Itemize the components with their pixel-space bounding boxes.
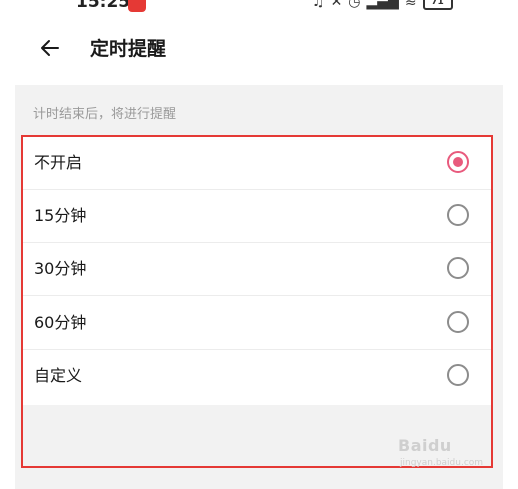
radio-unchecked-icon[interactable] (447, 204, 469, 226)
wifi-icon: ≋ (404, 0, 417, 10)
alarm-icon: ◷ (348, 0, 361, 10)
option-15min[interactable]: 15分钟 (23, 190, 493, 243)
battery-icon: 71 (422, 0, 453, 10)
radio-unchecked-icon[interactable] (447, 311, 469, 333)
status-bar: 15:25 ♫ ✕ ◷ ▂▄▆ ≋ 71 (0, 0, 518, 14)
option-off[interactable]: 不开启 (23, 137, 493, 190)
radio-unchecked-icon[interactable] (447, 364, 469, 386)
music-icon: ♫ (312, 0, 325, 10)
option-label: 自定义 (34, 366, 83, 385)
option-label: 60分钟 (34, 313, 87, 332)
reminder-section: 计时结束后，将进行提醒 不开启 15分钟 30分钟 60分钟 自定义 (15, 85, 503, 489)
option-30min[interactable]: 30分钟 (23, 243, 493, 296)
section-hint: 计时结束后，将进行提醒 (33, 107, 177, 122)
arrow-left-icon[interactable] (38, 36, 62, 60)
notification-badge-icon (128, 0, 146, 12)
option-custom[interactable]: 自定义 (23, 350, 493, 403)
status-time: 15:25 (76, 0, 131, 12)
watermark-logo-icon: Baidu jingyan.baidu.com (398, 436, 484, 468)
option-label: 30分钟 (34, 259, 87, 278)
option-60min[interactable]: 60分钟 (23, 297, 493, 350)
signal-icon: ▂▄▆ (366, 0, 399, 10)
status-icons: ♫ ✕ ◷ ▂▄▆ ≋ 71 (312, 0, 453, 12)
radio-unchecked-icon[interactable] (447, 257, 469, 279)
options-list: 不开启 15分钟 30分钟 60分钟 自定义 (23, 137, 493, 405)
option-label: 不开启 (34, 153, 83, 172)
mute-icon: ✕ (330, 0, 343, 10)
header: 定时提醒 (0, 14, 518, 85)
page-title: 定时提醒 (90, 38, 167, 60)
radio-checked-icon[interactable] (447, 151, 469, 173)
option-label: 15分钟 (34, 206, 87, 225)
